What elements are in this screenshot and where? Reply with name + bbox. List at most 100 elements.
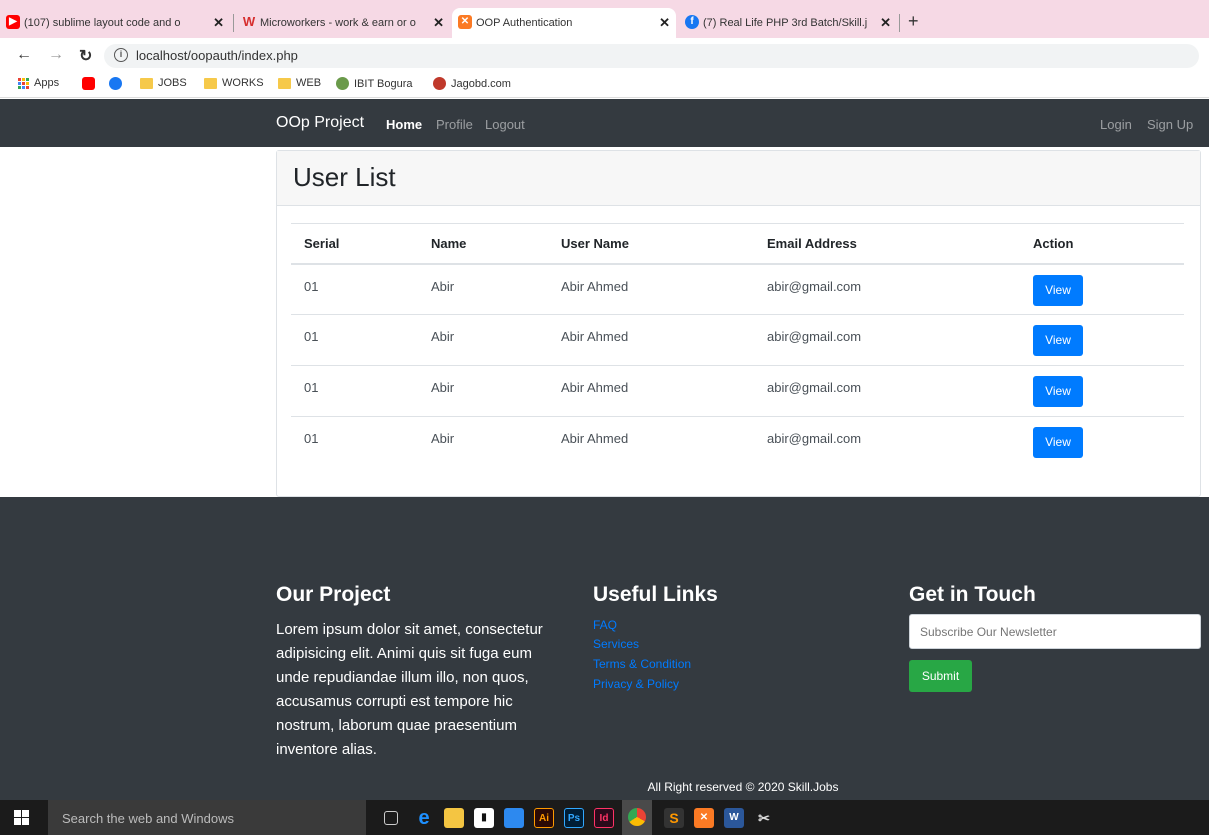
nav-link-sign-up[interactable]: Sign Up xyxy=(1147,117,1193,132)
file-explorer-icon[interactable] xyxy=(444,808,464,828)
cell-name: Abir xyxy=(418,263,548,315)
bookmark-facebook[interactable] xyxy=(109,77,122,90)
newsletter-submit-button[interactable]: Submit xyxy=(909,660,972,692)
navbar-brand[interactable]: OOp Project xyxy=(276,114,364,132)
tab-title: (107) sublime layout code and o xyxy=(24,17,181,29)
url-text[interactable]: localhost/oopauth/index.php xyxy=(136,48,298,63)
bookmark-youtube[interactable] xyxy=(82,77,95,90)
browser-tab-oop-authentication[interactable]: ✕ OOP Authentication ✕ xyxy=(452,8,676,38)
footer-link-services[interactable]: Services xyxy=(593,637,639,651)
bookmarks-bar: Apps JOBS WORKS WEB IBIT Bogura Jagobd.c… xyxy=(0,72,1209,98)
table-row: 01 Abir Abir Ahmed abir@gmail.com View xyxy=(291,365,1184,417)
tab-title: OOP Authentication xyxy=(476,17,573,29)
youtube-icon xyxy=(82,77,95,90)
column-header-email: Email Address xyxy=(754,223,1020,265)
site-icon xyxy=(433,77,446,90)
view-button[interactable]: View xyxy=(1033,274,1083,306)
windows-start-icon[interactable] xyxy=(14,810,30,825)
bookmark-jagobd[interactable]: Jagobd.com xyxy=(433,77,511,90)
nav-link-home[interactable]: Home xyxy=(386,117,422,132)
taskbar-search-placeholder: Search the web and Windows xyxy=(62,811,234,826)
nav-link-login[interactable]: Login xyxy=(1100,117,1132,132)
cell-serial: 01 xyxy=(291,416,418,468)
facebook-icon: f xyxy=(685,15,699,29)
close-icon[interactable]: ✕ xyxy=(880,15,891,31)
reload-icon[interactable]: ↻ xyxy=(79,46,92,66)
youtube-icon: ▶ xyxy=(6,15,20,29)
column-header-action: Action xyxy=(1020,223,1184,265)
footer-link-privacy[interactable]: Privacy & Policy xyxy=(593,677,679,691)
task-view-icon[interactable] xyxy=(384,811,398,825)
bookmark-ibit-bogura[interactable]: IBIT Bogura xyxy=(336,77,413,90)
site-footer: Our Project Lorem ipsum dolor sit amet, … xyxy=(0,497,1209,800)
browser-tab-strip: ▶ (107) sublime layout code and o ✕ W Mi… xyxy=(0,0,1209,38)
view-button[interactable]: View xyxy=(1033,325,1083,356)
url-omnibox[interactable]: i localhost/oopauth/index.php xyxy=(104,44,1199,68)
page-title: User List xyxy=(293,162,396,192)
newsletter-email-input[interactable] xyxy=(909,614,1201,649)
folder-icon xyxy=(140,77,153,89)
cell-action: View xyxy=(1020,314,1184,366)
bookmark-label: Jagobd.com xyxy=(451,77,511,90)
cell-serial: 01 xyxy=(291,263,418,315)
cell-action: View xyxy=(1020,263,1184,315)
card-header: User List xyxy=(277,151,1200,206)
tab-title: (7) Real Life PHP 3rd Batch/Skill.j xyxy=(703,17,868,29)
forward-arrow-icon[interactable]: → xyxy=(48,46,64,64)
footer-links-heading: Useful Links xyxy=(593,583,718,606)
indesign-icon[interactable]: Id xyxy=(594,808,614,828)
windows-app-icon[interactable] xyxy=(504,808,524,828)
chrome-taskbar-button[interactable] xyxy=(622,800,652,835)
info-icon[interactable]: i xyxy=(114,48,128,62)
cell-action: View xyxy=(1020,416,1184,468)
browser-tab-microworkers[interactable]: W Microworkers - work & earn or o ✕ xyxy=(236,8,450,38)
photoshop-icon[interactable]: Ps xyxy=(564,808,584,828)
snipping-tool-icon[interactable]: ✂ xyxy=(754,808,774,828)
site-icon xyxy=(336,77,349,90)
footer-copyright: All Right reserved © 2020 Skill.Jobs xyxy=(647,780,839,794)
close-icon[interactable]: ✕ xyxy=(213,15,224,31)
bookmark-jobs[interactable]: JOBS xyxy=(140,77,187,89)
apps-grid-icon xyxy=(18,77,29,89)
word-icon[interactable]: W xyxy=(724,808,744,828)
cell-username: Abir Ahmed xyxy=(548,263,754,315)
facebook-icon xyxy=(109,77,122,90)
user-table: Serial Name User Name Email Address Acti… xyxy=(291,223,1184,468)
nav-link-profile[interactable]: Profile xyxy=(436,117,473,132)
xampp-icon[interactable]: ✕ xyxy=(694,808,714,828)
footer-link-terms[interactable]: Terms & Condition xyxy=(593,657,691,671)
footer-link-faq[interactable]: FAQ xyxy=(593,618,617,632)
table-row: 01 Abir Abir Ahmed abir@gmail.com View xyxy=(291,416,1184,468)
bookmark-label: WEB xyxy=(296,77,322,89)
folder-icon xyxy=(204,77,217,89)
cell-serial: 01 xyxy=(291,365,418,417)
sublime-text-icon[interactable]: S xyxy=(664,808,684,828)
cell-email: abir@gmail.com xyxy=(754,314,1020,366)
table-row: 01 Abir Abir Ahmed abir@gmail.com View xyxy=(291,263,1184,315)
close-icon[interactable]: ✕ xyxy=(659,15,670,31)
address-bar: ← → ↻ i localhost/oopauth/index.php xyxy=(0,38,1209,72)
edge-browser-icon[interactable]: e xyxy=(414,808,434,828)
cell-name: Abir xyxy=(418,314,548,366)
new-tab-button[interactable]: + xyxy=(908,11,919,32)
microworkers-icon: W xyxy=(242,14,256,29)
browser-tab-facebook[interactable]: f (7) Real Life PHP 3rd Batch/Skill.j ✕ xyxy=(679,8,897,38)
store-icon[interactable]: ▮ xyxy=(474,808,494,828)
bookmark-web[interactable]: WEB xyxy=(278,77,321,89)
cell-action: View xyxy=(1020,365,1184,417)
cell-serial: 01 xyxy=(291,314,418,366)
illustrator-icon[interactable]: Ai xyxy=(534,808,554,828)
view-button[interactable]: View xyxy=(1033,427,1083,458)
bookmark-apps[interactable]: Apps xyxy=(18,77,59,89)
back-arrow-icon[interactable]: ← xyxy=(16,46,32,64)
close-icon[interactable]: ✕ xyxy=(433,15,444,31)
browser-tab-youtube[interactable]: ▶ (107) sublime layout code and o ✕ xyxy=(0,8,230,38)
bookmark-works[interactable]: WORKS xyxy=(204,77,264,89)
view-button[interactable]: View xyxy=(1033,376,1083,407)
nav-link-logout[interactable]: Logout xyxy=(485,117,525,132)
windows-taskbar: Search the web and Windows e ▮ Ai Ps Id … xyxy=(0,800,1209,835)
cell-username: Abir Ahmed xyxy=(548,314,754,366)
column-header-name: Name xyxy=(418,223,548,265)
taskbar-search-box[interactable]: Search the web and Windows xyxy=(48,800,366,835)
tab-divider xyxy=(899,14,900,32)
